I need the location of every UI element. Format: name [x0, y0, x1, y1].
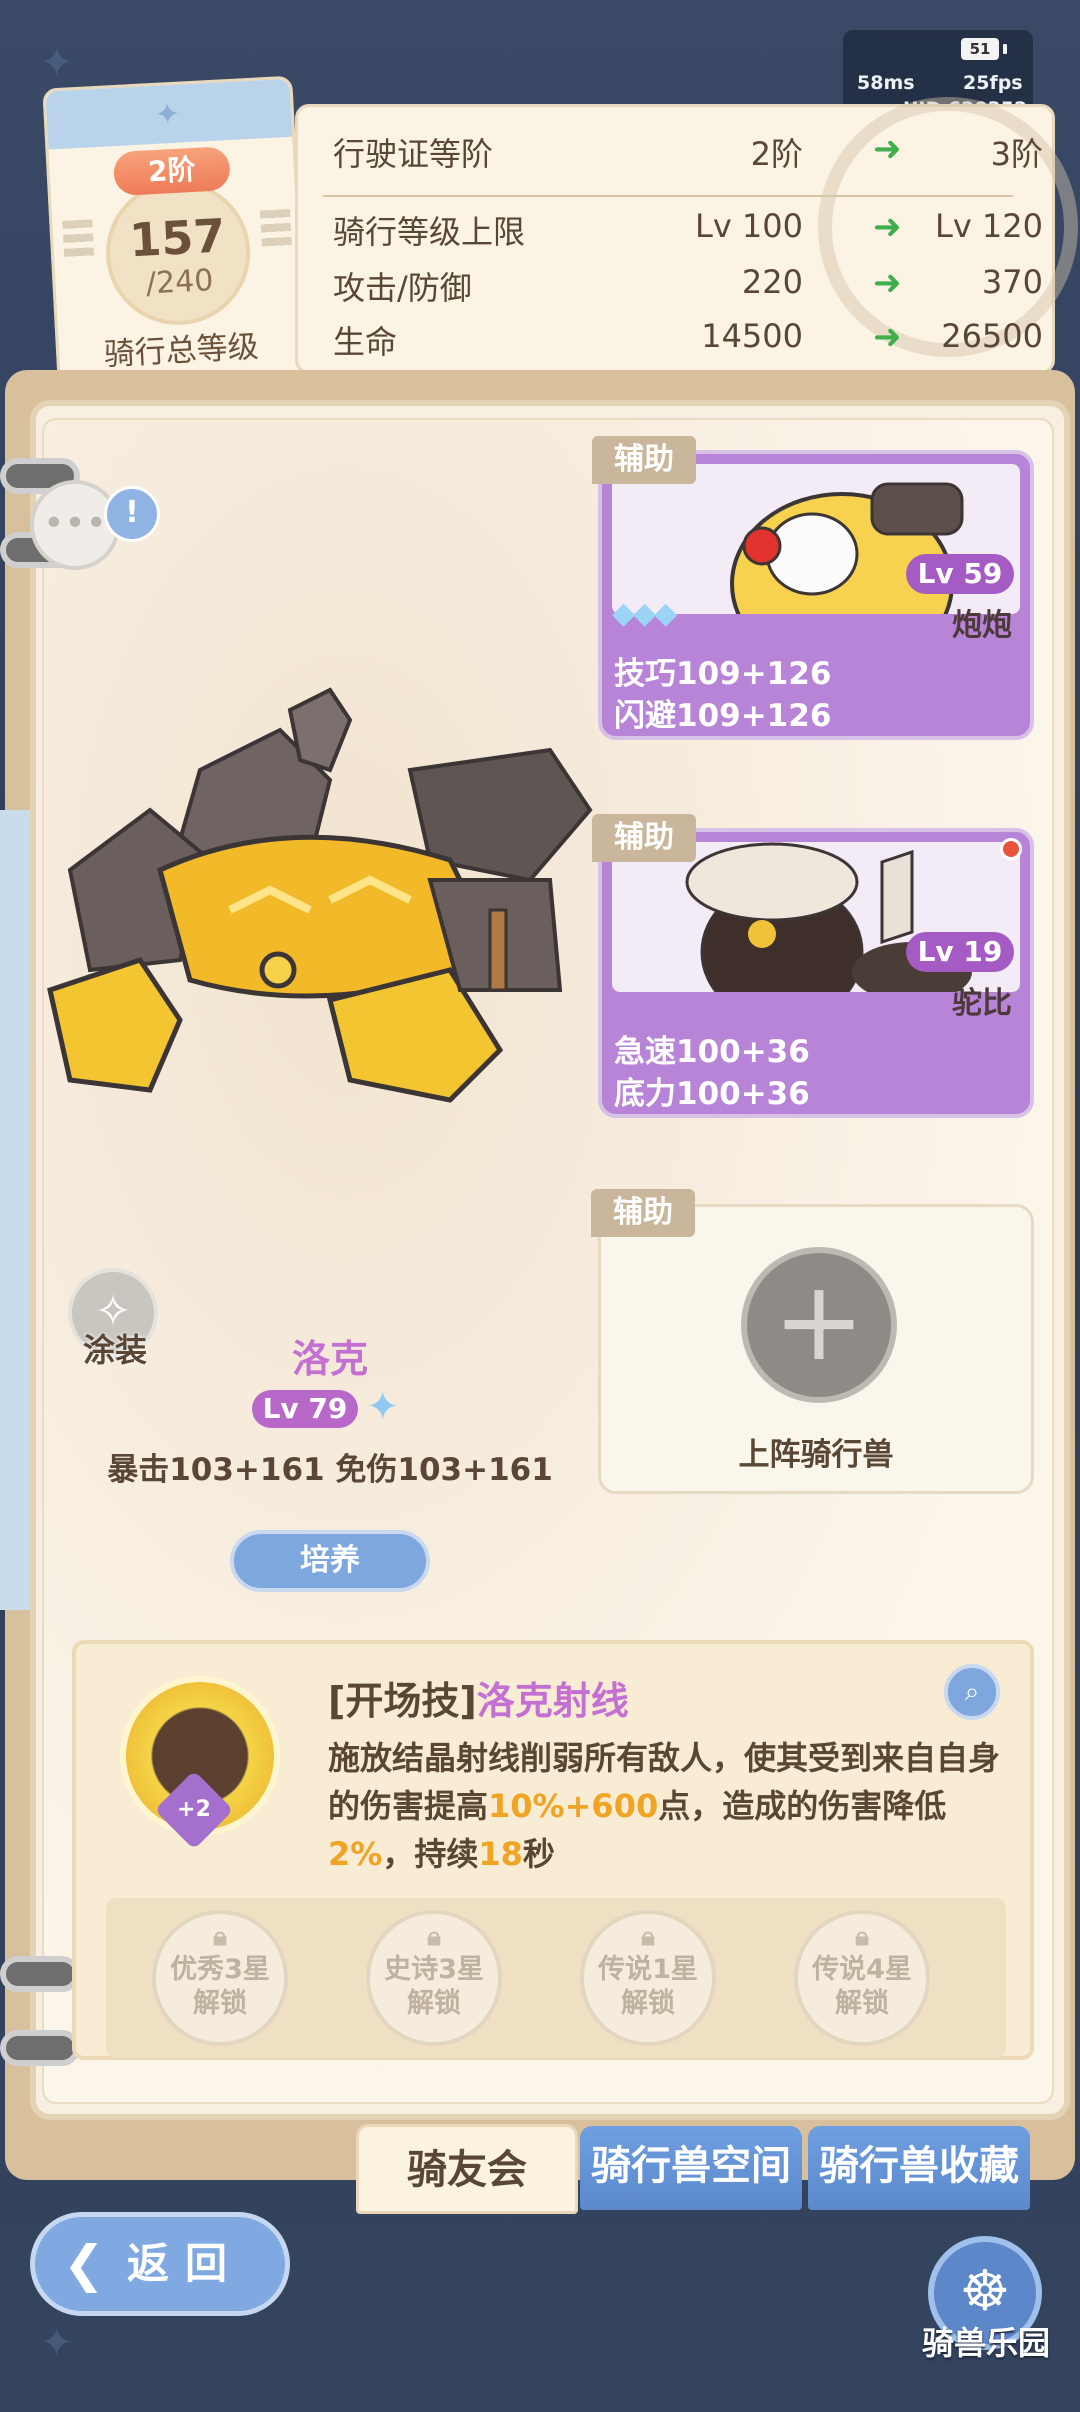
max-level: /240: [145, 263, 215, 302]
unlock-slot[interactable]: 🔒︎ 优秀3星 解锁: [152, 1910, 288, 2046]
notification-dot: [1000, 838, 1022, 860]
tab-mount-collection[interactable]: 骑行兽收藏: [808, 2126, 1030, 2210]
tab-rider-club[interactable]: 骑友会: [356, 2124, 578, 2214]
stat-to: 370: [981, 263, 1043, 301]
support-name: 炮炮: [952, 608, 1012, 643]
star-icon: ✦: [153, 96, 181, 133]
fps-readout: 25fps: [963, 72, 1023, 94]
info-button[interactable]: !: [104, 486, 160, 542]
current-level: 157: [127, 208, 227, 268]
support-name: 驼比: [952, 986, 1012, 1021]
skill-title: [开场技]洛克射线: [328, 1670, 629, 1725]
stat-row-license: 行驶证等阶 2阶 ➜ 3阶: [333, 129, 1043, 183]
skill-name: 洛克射线: [476, 1679, 629, 1723]
stage-badge: 2阶: [112, 146, 231, 197]
back-label: 返回: [127, 2239, 244, 2288]
stat-row-level-cap: 骑行等级上限 Lv 100 ➜ Lv 120: [333, 207, 1043, 261]
unlock-slot[interactable]: 🔒︎ 传说1星 解锁: [580, 1910, 716, 2046]
stat-key: 行驶证等阶: [333, 135, 494, 173]
stat-from: 2阶: [750, 135, 803, 173]
stat-to: Lv 120: [934, 207, 1043, 245]
zoom-button[interactable]: ⌕: [944, 1664, 1000, 1720]
support-stat: 技巧109+126: [614, 656, 832, 692]
skill-panel: +2 [开场技]洛克射线 ⌕ 施放结晶射线削弱所有敌人，使其受到来自自身的伤害提…: [72, 1640, 1034, 2060]
rarity-star-icon: ✦: [366, 1384, 400, 1430]
level-card-label: 骑行总等级: [102, 328, 260, 373]
support-star-icons: ◆◆◆: [612, 596, 677, 631]
zoom-icon: ⌕: [964, 1677, 980, 1707]
stat-to: 3阶: [990, 135, 1043, 173]
unlock-slot[interactable]: 🔒︎ 史诗3星 解锁: [366, 1910, 502, 2046]
support-tag: 辅助: [592, 436, 696, 484]
support-level: Lv 19: [906, 932, 1014, 972]
stat-key: 生命: [333, 323, 398, 361]
stat-row-atk-def: 攻击/防御 220 ➜ 370: [333, 263, 1043, 317]
mount-level-badge: Lv 79: [252, 1390, 358, 1428]
stat-key: 骑行等级上限: [333, 213, 526, 251]
lock-icon: 🔒︎: [641, 1922, 655, 1952]
level-circle: 157 /240: [102, 177, 254, 329]
battery-indicator: 51: [961, 38, 1007, 60]
paint-label[interactable]: 涂装: [60, 1325, 170, 1371]
support-tag: 辅助: [592, 814, 696, 862]
book-ring: [0, 1956, 80, 1992]
decor-stripes: [259, 208, 293, 251]
stat-key: 攻击/防御: [333, 269, 472, 307]
back-button[interactable]: ❮ 返回: [30, 2212, 290, 2316]
stat-from: 220: [741, 263, 803, 301]
stat-from: Lv 100: [694, 207, 803, 245]
support-level: Lv 59: [906, 554, 1014, 594]
main-mount-illustration[interactable]: [30, 660, 610, 1140]
background-star-icon: ✦: [40, 40, 74, 86]
lock-icon: 🔒︎: [427, 1922, 441, 1952]
support-slot-2[interactable]: 辅助 Lv 19 驼比 急速100+36 底力100+36: [592, 814, 1034, 1118]
tab-mount-space[interactable]: 骑行兽空间: [580, 2126, 802, 2210]
support-stat: 底力100+36: [614, 1076, 810, 1112]
lock-icon: 🔒︎: [855, 1922, 869, 1952]
ping-readout: 58ms: [857, 72, 915, 94]
stat-from: 14500: [701, 317, 803, 355]
deploy-mount-label: 上阵骑行兽: [738, 1437, 894, 1473]
park-label[interactable]: 骑兽乐园: [900, 2318, 1072, 2364]
stat-to: 26500: [941, 317, 1043, 355]
divider: [323, 195, 1013, 197]
background-star-icon: ✦: [40, 2320, 74, 2366]
plus-icon[interactable]: +: [741, 1247, 897, 1403]
skill-type: [开场技]: [328, 1679, 477, 1723]
unlock-bar: 🔒︎ 优秀3星 解锁 🔒︎ 史诗3星 解锁 🔒︎ 传说1星 解锁 🔒︎ 传说4星 解锁: [106, 1898, 1006, 2058]
mount-body: [47, 687, 593, 1103]
support-stat: 急速100+36: [614, 1034, 810, 1070]
support-stat: 闪避109+126: [614, 698, 832, 734]
back-arrow-icon: ❮: [63, 2235, 105, 2293]
train-button[interactable]: 培养: [230, 1530, 430, 1592]
chat-icon: •••: [43, 503, 107, 544]
alert-icon: !: [125, 495, 139, 530]
unlock-slot[interactable]: 🔒︎ 传说4星 解锁: [794, 1910, 930, 2046]
decor-stripes: [62, 219, 95, 261]
skill-description: 施放结晶射线削弱所有敌人，使其受到来自自身的伤害提高10%+600点，造成的伤害…: [328, 1739, 1001, 1873]
ride-level-card: ✦ 157 /240 2阶 骑行总等级: [42, 75, 308, 389]
upgrade-stats-panel: 行驶证等阶 2阶 ➜ 3阶 骑行等级上限 Lv 100 ➜ Lv 120 攻击/…: [295, 97, 1078, 374]
support-slot-3[interactable]: 辅助 + 上阵骑行兽: [591, 1189, 1034, 1494]
support-slot-1[interactable]: 辅助 ◆◆◆ Lv 59 炮炮 技巧109+126 闪避109+126: [592, 436, 1034, 740]
lock-icon: 🔒︎: [213, 1922, 227, 1952]
book-ring: [0, 2030, 80, 2066]
mount-name: 洛克: [291, 1337, 368, 1381]
mount-stats: 暴击103+161 免伤103+161: [107, 1452, 553, 1488]
support-tag: 辅助: [591, 1189, 695, 1237]
stat-row-hp: 生命 14500 ➜ 26500: [333, 317, 1043, 371]
